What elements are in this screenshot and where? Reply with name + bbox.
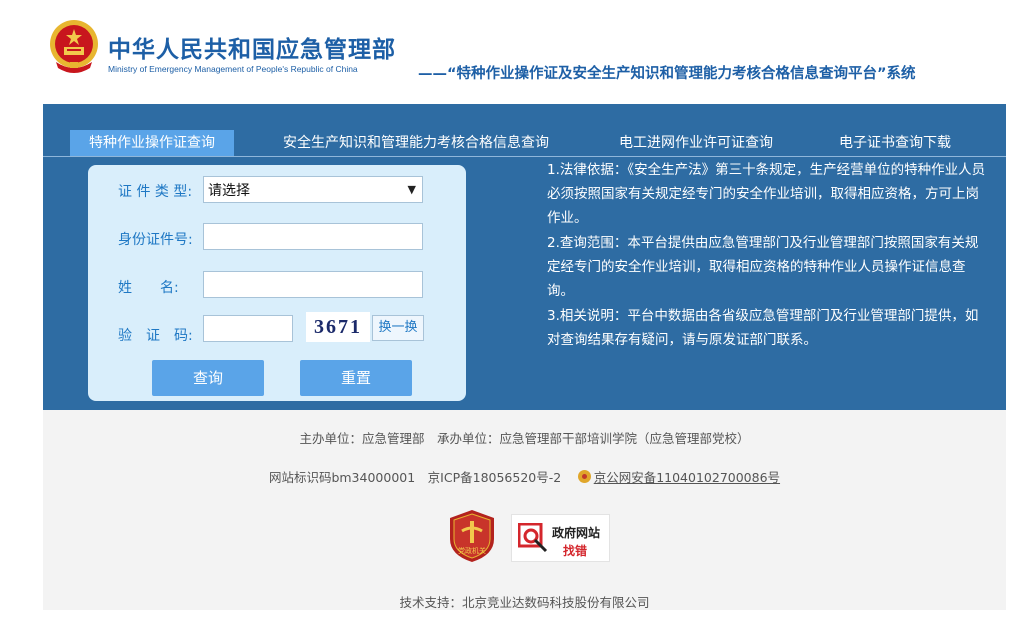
related-notes-text: 3.相关说明：平台中数据由各省级应急管理部门及行业管理部门提供，如对查询结果存有… (547, 308, 979, 348)
id-number-input[interactable] (203, 223, 423, 250)
tab-e-certificate-download[interactable]: 电子证书查询下载 (831, 130, 959, 156)
tech-support-info: 技术支持：北京竞业达数码科技股份有限公司 (399, 595, 650, 610)
query-scope-text: 2.查询范围：本平台提供由应急管理部门及行业管理部门按照国家有关规定经专门的安全… (547, 235, 979, 299)
police-record-link[interactable]: 京公网安备11040102700086号 (594, 470, 780, 485)
refresh-captcha-button[interactable]: 换一换 (372, 315, 424, 341)
reset-button[interactable]: 重置 (300, 360, 412, 396)
tab-safety-knowledge[interactable]: 安全生产知识和管理能力考核合格信息查询 (271, 130, 561, 156)
tab-divider (43, 156, 1006, 157)
cert-type-label: 证 件 类 型: (118, 184, 193, 200)
svg-text:党政机关: 党政机关 (458, 546, 486, 555)
legal-basis-text: 1.法律依据：《安全生产法》第三十条规定，生产经营单位的特种作业人员必须按照国家… (547, 162, 986, 226)
gov-site-label: 政府网站 (552, 526, 601, 540)
cert-type-select[interactable]: 请选择 ▼ (203, 176, 423, 203)
name-label: 姓 名: (118, 280, 179, 296)
name-input[interactable] (203, 271, 423, 298)
site-title: 中华人民共和国应急管理部 (108, 37, 396, 63)
magnifier-icon (518, 523, 548, 553)
tab-bar: 特种作业操作证查询 安全生产知识和管理能力考核合格信息查询 电工进网作业许可证查… (43, 130, 1006, 156)
system-subtitle: ——“特种作业操作证及安全生产知识和管理能力考核合格信息查询平台”系统 (418, 66, 916, 82)
query-instructions: 1.法律依据：《安全生产法》第三十条规定，生产经营单位的特种作业人员必须按照国家… (547, 158, 987, 353)
gov-site-error-report-badge[interactable]: 政府网站 找错 (511, 514, 610, 562)
query-button[interactable]: 查询 (152, 360, 264, 396)
site-title-english: Ministry of Emergency Management of Peop… (108, 64, 358, 74)
captcha-input[interactable] (203, 315, 293, 342)
police-badge-icon (577, 470, 591, 483)
main-panel: 特种作业操作证查询 安全生产知识和管理能力考核合格信息查询 电工进网作业许可证查… (43, 104, 1006, 410)
site-id-icp: 网站标识码bm34000001 京ICP备18056520号-2 (268, 470, 562, 485)
sponsor-info: 主办单位：应急管理部 承办单位：应急管理部干部培训学院（应急管理部党校） (299, 431, 750, 446)
chevron-down-icon: ▼ (407, 183, 416, 196)
site-header: 中华人民共和国应急管理部 Ministry of Emergency Manag… (0, 0, 1026, 100)
captcha-label: 验 证 码: (118, 328, 193, 344)
captcha-image[interactable]: 3671 (306, 312, 370, 342)
find-error-label: 找错 (563, 544, 588, 558)
query-form: 证 件 类 型: 请选择 ▼ 身份证件号: 姓 名: 验 证 码: 3671 换… (88, 165, 466, 401)
id-number-label: 身份证件号: (118, 232, 193, 248)
national-emblem-icon (50, 20, 98, 73)
registration-info: 网站标识码bm34000001 京ICP备18056520号-2 京公网安备11… (43, 467, 1006, 486)
party-government-badge-icon[interactable]: 党政机关 (448, 509, 496, 563)
site-footer: 主办单位：应急管理部 承办单位：应急管理部干部培训学院（应急管理部党校） 网站标… (43, 410, 1006, 610)
cert-type-selected-value: 请选择 (208, 182, 250, 199)
tab-electrician-license[interactable]: 电工进网作业许可证查询 (610, 130, 782, 156)
tab-special-operation-cert[interactable]: 特种作业操作证查询 (70, 130, 234, 156)
